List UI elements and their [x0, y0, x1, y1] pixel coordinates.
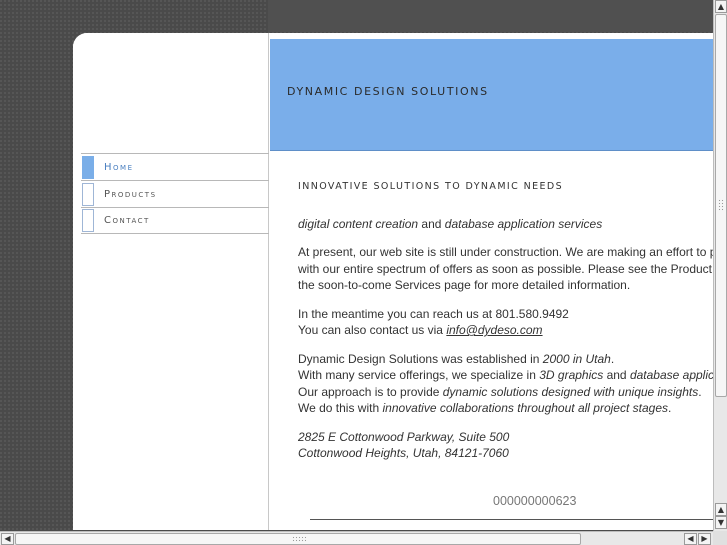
grip-icon: [718, 199, 724, 211]
about-emphasis: 3D graphics: [539, 368, 604, 382]
nav-item-label: Contact: [104, 215, 150, 226]
intro-line: with our entire spectrum of offers as so…: [298, 261, 712, 276]
about-line: Dynamic Design Solutions was established…: [298, 351, 713, 368]
main-nav: Home Products Contact: [81, 153, 269, 234]
about-emphasis: dynamic solutions designed with unique i…: [442, 384, 699, 399]
intro-line: the soon-to-come Services page for more …: [298, 278, 631, 292]
scroll-up-icon[interactable]: ▲: [715, 503, 727, 516]
about-text: Our approach is to provide: [298, 384, 443, 399]
intro-line: At present, our web site is still under …: [298, 245, 713, 259]
tagline-part: digital content creation: [298, 216, 419, 231]
nav-marker-icon: [82, 155, 94, 179]
scrollbar-corner: [713, 531, 727, 545]
about-emphasis: 2000 in Utah: [542, 351, 611, 366]
about-text: Dynamic Design Solutions was established…: [298, 351, 543, 366]
main-content: INNOVATIVE SOLUTIONS TO DYNAMIC NEEDS di…: [298, 179, 713, 474]
address-line: 2825 E Cottonwood Parkway, Suite 500: [298, 429, 510, 444]
horizontal-scroll-thumb[interactable]: [15, 533, 581, 545]
tagline: digital content creation and database ap…: [298, 216, 713, 233]
site-title: DYNAMIC DESIGN SOLUTIONS: [287, 85, 489, 98]
email-line: You can also contact us via info@dydeso.…: [298, 322, 713, 339]
content-heading: INNOVATIVE SOLUTIONS TO DYNAMIC NEEDS: [298, 181, 564, 192]
phone-line: In the meantime you can reach us at 801.…: [298, 306, 569, 321]
header-banner: DYNAMIC DESIGN SOLUTIONS: [270, 39, 713, 151]
about-text: .: [698, 384, 702, 399]
horizontal-scrollbar[interactable]: ◀ ◀ ▶: [0, 531, 713, 545]
vertical-scrollbar[interactable]: ▲ ▲ ▼: [713, 0, 727, 531]
about-paragraph: Dynamic Design Solutions was established…: [298, 351, 713, 417]
footer-divider: [310, 519, 713, 520]
contact-paragraph: In the meantime you can reach us at 801.…: [298, 306, 713, 339]
tagline-part: and: [418, 216, 445, 231]
nav-marker-icon: [82, 182, 94, 206]
address-line: Cottonwood Heights, Utah, 84121-7060: [298, 446, 509, 460]
about-line: We do this with innovative collaboration…: [298, 400, 713, 417]
about-text: With many service offerings, we speciali…: [298, 368, 540, 382]
about-text: We do this with: [298, 401, 383, 415]
scroll-left-icon[interactable]: ◀: [1, 533, 14, 545]
about-text: .: [668, 401, 672, 415]
nav-marker-icon: [82, 209, 94, 232]
grip-icon: [292, 536, 306, 542]
about-line: With many service offerings, we speciali…: [298, 367, 713, 384]
intro-paragraph: At present, our web site is still under …: [298, 244, 713, 294]
address-block: 2825 E Cottonwood Parkway, Suite 500 Cot…: [298, 429, 713, 462]
page-background-band: [268, 0, 713, 32]
nav-item-home[interactable]: Home: [81, 153, 269, 180]
nav-item-products[interactable]: Products: [81, 180, 269, 207]
about-text: and: [603, 368, 630, 382]
scroll-left-icon[interactable]: ◀: [684, 533, 697, 545]
vertical-scroll-thumb[interactable]: [715, 14, 727, 397]
tagline-part: database application services: [444, 216, 603, 231]
sidebar: Home Products Contact: [73, 33, 269, 530]
about-emphasis: innovative collaborations throughout all…: [382, 401, 668, 415]
nav-item-contact[interactable]: Contact: [81, 207, 269, 234]
scroll-right-icon[interactable]: ▶: [698, 533, 711, 545]
scroll-up-icon[interactable]: ▲: [715, 0, 727, 13]
visitor-counter: 000000000623: [493, 494, 577, 508]
about-emphasis: database applic: [629, 368, 713, 382]
about-line: Our approach is to provide dynamic solut…: [298, 384, 713, 401]
about-text: .: [610, 351, 615, 366]
email-prefix: You can also contact us via: [298, 323, 447, 337]
email-link[interactable]: info@dydeso.com: [446, 323, 542, 337]
page-card: Home Products Contact DYNAMIC DESIGN SOL…: [73, 33, 713, 530]
nav-item-label: Products: [104, 188, 157, 200]
nav-item-label: Home: [104, 161, 134, 173]
scroll-down-icon[interactable]: ▼: [715, 516, 727, 529]
